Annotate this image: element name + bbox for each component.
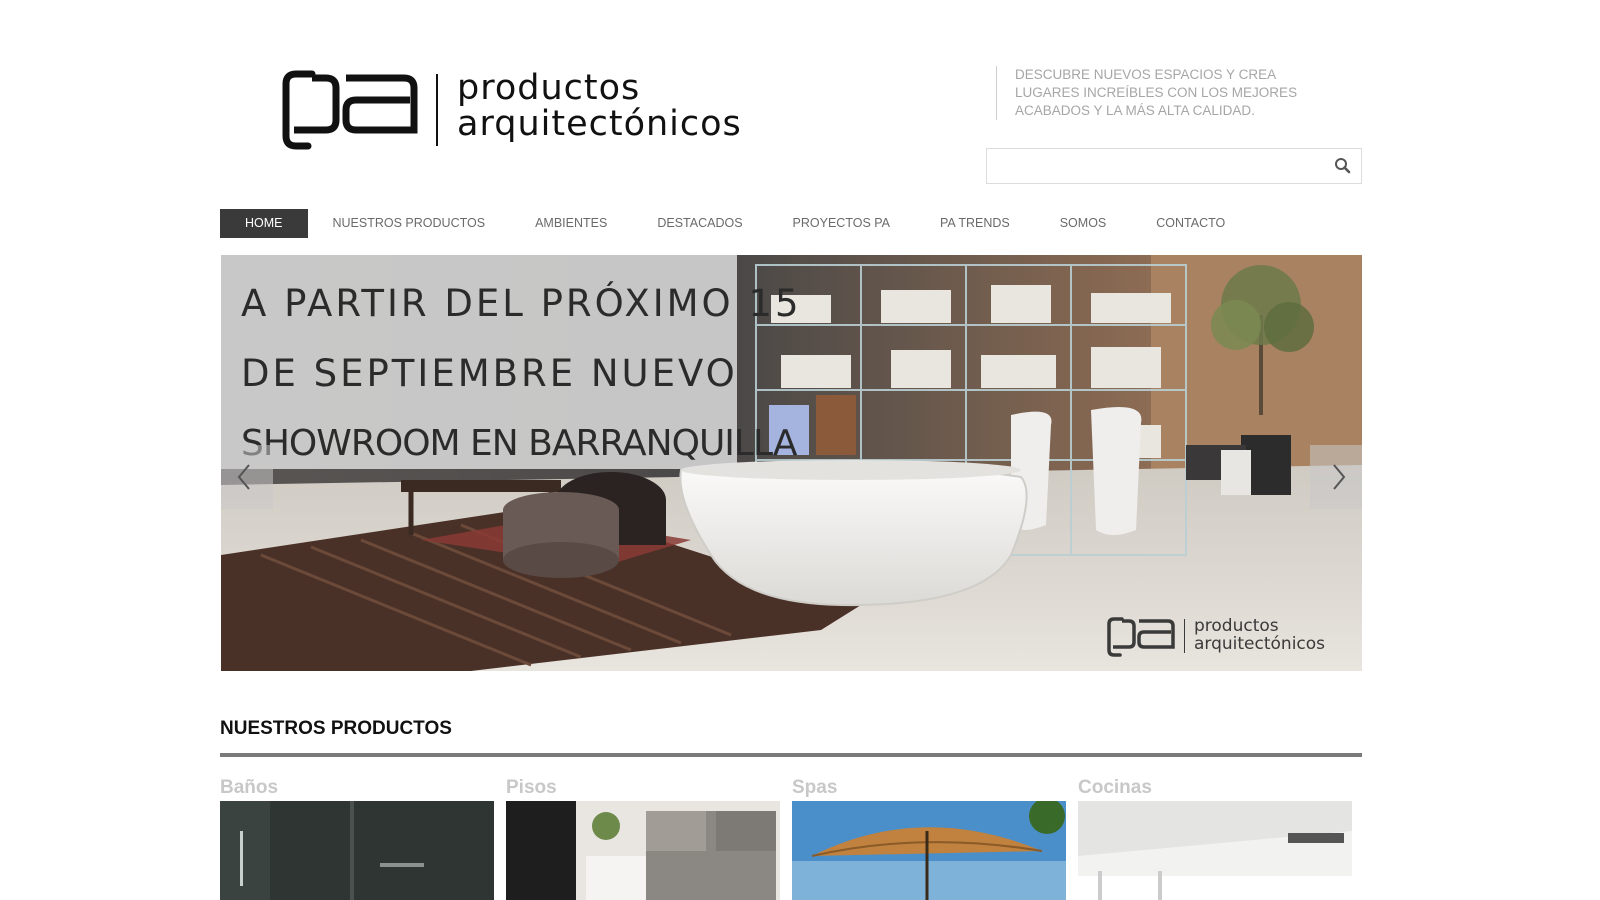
hero-caption-line-2: DE SEPTIEMBRE NUEVO — [241, 352, 738, 395]
nav-item-contacto[interactable]: CONTACTO — [1131, 209, 1250, 238]
hero-caption-line-1: A PARTIR DEL PRÓXIMO 15 — [241, 282, 802, 325]
product-card-pisos[interactable]: Pisos — [506, 777, 780, 900]
nav-item-proyectos-pa[interactable]: PROYECTOS PA — [768, 209, 915, 238]
product-image-banos[interactable] — [220, 801, 494, 900]
product-label[interactable]: Cocinas — [1078, 777, 1152, 799]
pa-logo-mark-small — [1107, 617, 1175, 657]
search-icon — [1335, 158, 1351, 174]
search-input[interactable] — [987, 149, 1317, 183]
hero-logo-wordmark: productos arquitectónicos — [1194, 617, 1325, 653]
logo-line-2: arquitectónicos — [457, 104, 742, 144]
hero-caption-box: A PARTIR DEL PRÓXIMO 15 DE SEPTIEMBRE NU… — [221, 255, 799, 469]
product-image-pisos[interactable] — [506, 801, 780, 900]
product-image-spas[interactable] — [792, 801, 1066, 900]
section-divider — [220, 753, 1362, 757]
product-label[interactable]: Baños — [220, 777, 278, 799]
product-card-cocinas[interactable]: Cocinas — [1078, 777, 1352, 900]
product-label[interactable]: Spas — [792, 777, 837, 799]
hero-caption: A PARTIR DEL PRÓXIMO 15 DE SEPTIEMBRE NU… — [241, 269, 802, 479]
product-card-banos[interactable]: Baños — [220, 777, 494, 900]
chevron-right-icon — [1333, 464, 1346, 490]
page: productos arquitectónicos DESCUBRE NUEVO… — [0, 0, 1600, 900]
products-grid: Baños Pisos Spas Cocinas — [220, 777, 1362, 900]
main-nav: HOME NUESTROS PRODUCTOS AMBIENTES DESTAC… — [220, 209, 1250, 238]
hero-logo-line-1: productos — [1194, 616, 1279, 636]
search-box — [986, 148, 1362, 184]
hero-caption-line-3: SHOWROOM EN BARRANQUILLA — [241, 423, 797, 464]
slider-next-button[interactable] — [1310, 445, 1362, 509]
hero-watermark-logo: productos arquitectónicos — [1106, 617, 1346, 657]
hero-slider[interactable]: A PARTIR DEL PRÓXIMO 15 DE SEPTIEMBRE NU… — [221, 255, 1362, 671]
hero-logo-line-2: arquitectónicos — [1194, 634, 1326, 654]
search-button[interactable] — [1331, 155, 1355, 177]
header-tagline: DESCUBRE NUEVOS ESPACIOS Y CREA LUGARES … — [996, 66, 1335, 120]
site-logo[interactable]: productos arquitectónicos — [282, 70, 752, 150]
nav-item-somos[interactable]: SOMOS — [1035, 209, 1132, 238]
pa-logo-mark — [282, 70, 418, 150]
nav-item-ambientes[interactable]: AMBIENTES — [510, 209, 632, 238]
product-label[interactable]: Pisos — [506, 777, 557, 799]
nav-item-home[interactable]: HOME — [220, 209, 308, 238]
product-image-cocinas[interactable] — [1078, 801, 1352, 900]
chevron-left-icon — [237, 464, 250, 490]
product-card-spas[interactable]: Spas — [792, 777, 1066, 900]
logo-wordmark: productos arquitectónicos — [457, 70, 742, 142]
logo-line-1: productos — [457, 68, 641, 108]
nav-item-nuestros-productos[interactable]: NUESTROS PRODUCTOS — [308, 209, 511, 238]
products-section-title: NUESTROS PRODUCTOS — [220, 718, 452, 739]
hero-logo-divider — [1184, 619, 1185, 653]
nav-item-pa-trends[interactable]: PA TRENDS — [915, 209, 1035, 238]
logo-divider — [436, 74, 438, 146]
nav-item-destacados[interactable]: DESTACADOS — [632, 209, 767, 238]
slider-prev-button[interactable] — [221, 445, 273, 509]
